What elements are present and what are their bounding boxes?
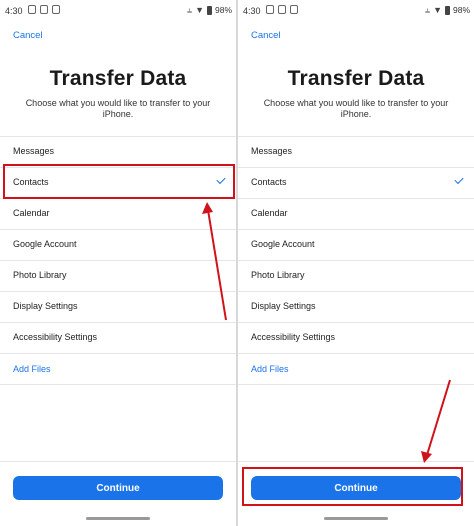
arrowhead-icon [202, 202, 213, 214]
arrow-icon [426, 379, 451, 456]
arrowhead-icon [421, 451, 432, 463]
arrow-icon [207, 209, 227, 321]
annotation-arrows [202, 202, 451, 463]
